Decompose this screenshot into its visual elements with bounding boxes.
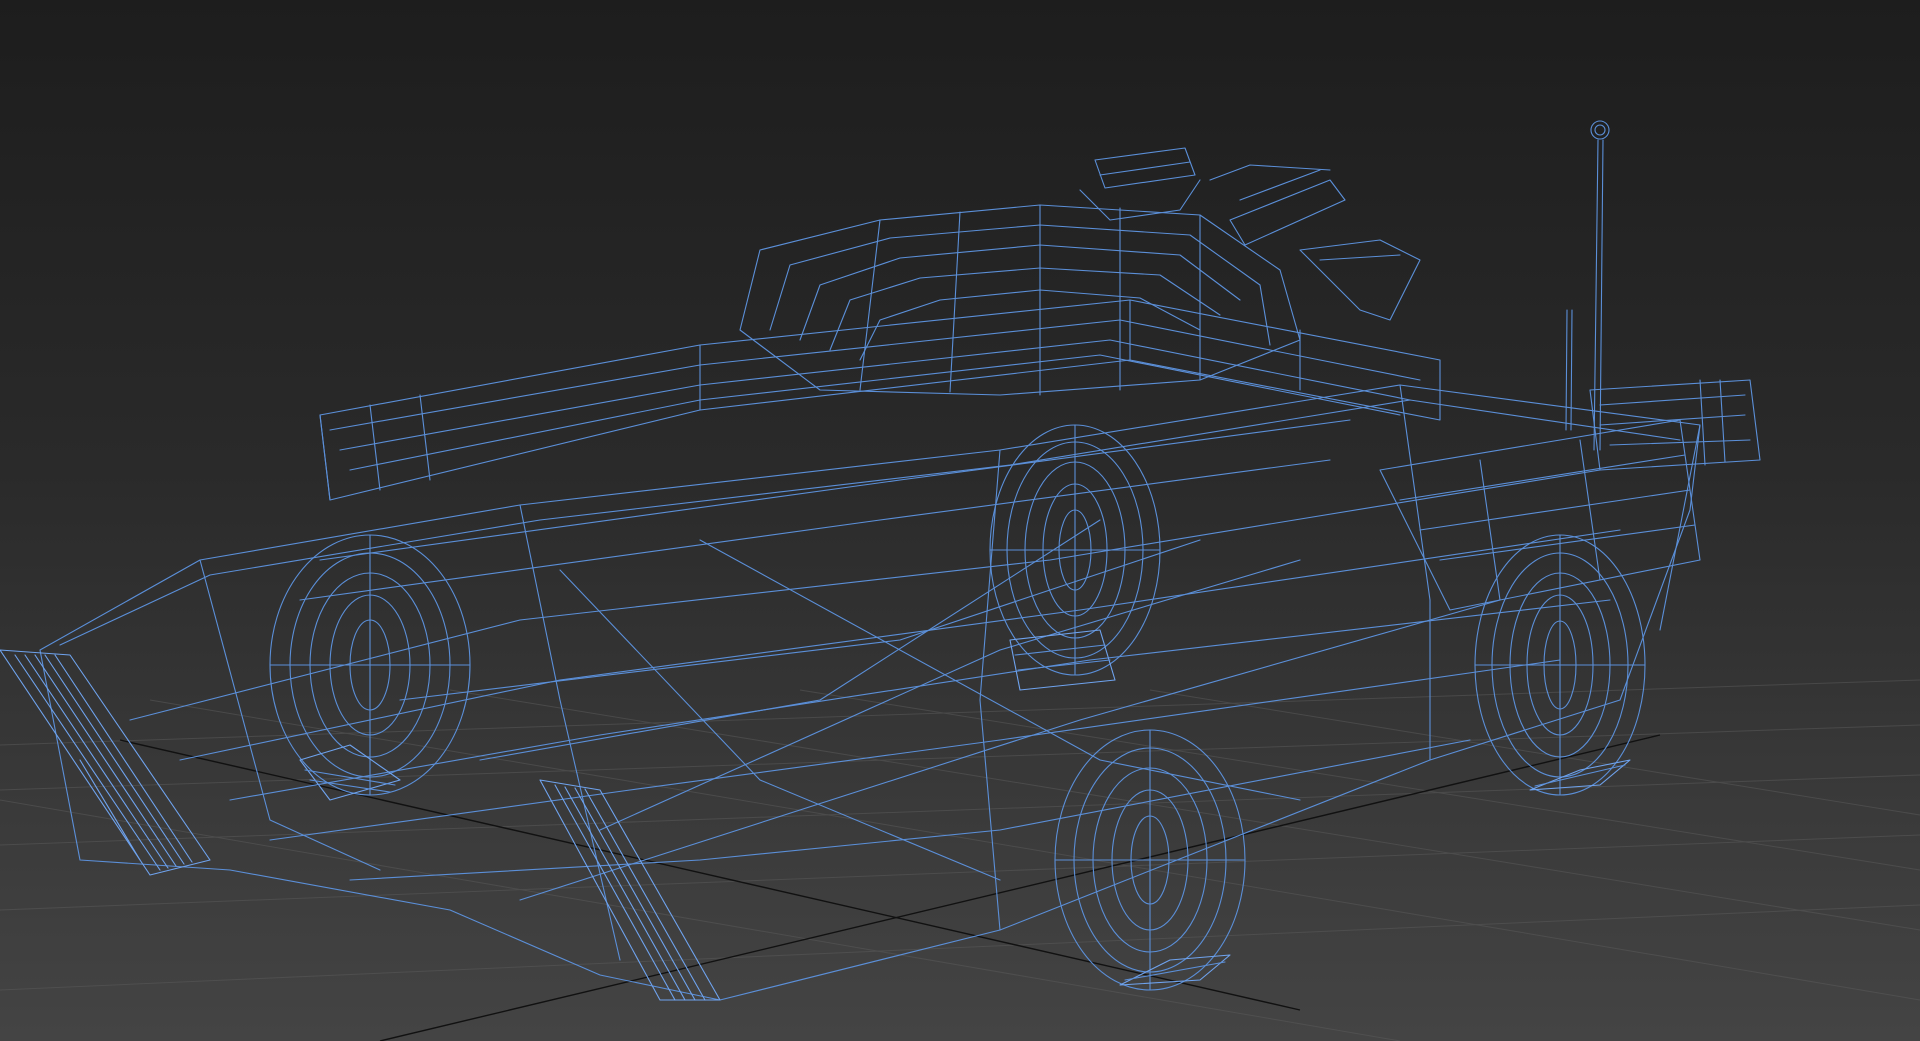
wheel-front-left bbox=[269, 534, 471, 801]
wheel-rear-right bbox=[1474, 534, 1646, 796]
turret-mesh bbox=[739, 147, 1421, 396]
viewport-scene[interactable] bbox=[0, 0, 1920, 1041]
wheel-front-right bbox=[1054, 729, 1246, 991]
front-blade-right-mesh bbox=[539, 779, 721, 1001]
wireframe-vehicle[interactable] bbox=[0, 120, 1761, 1001]
3d-viewport[interactable] bbox=[0, 0, 1920, 1041]
antenna-mesh bbox=[1565, 120, 1610, 451]
hull-mesh bbox=[39, 384, 1701, 1001]
upper-deck-mesh bbox=[319, 299, 1441, 501]
side-panel-mesh bbox=[1379, 419, 1701, 611]
